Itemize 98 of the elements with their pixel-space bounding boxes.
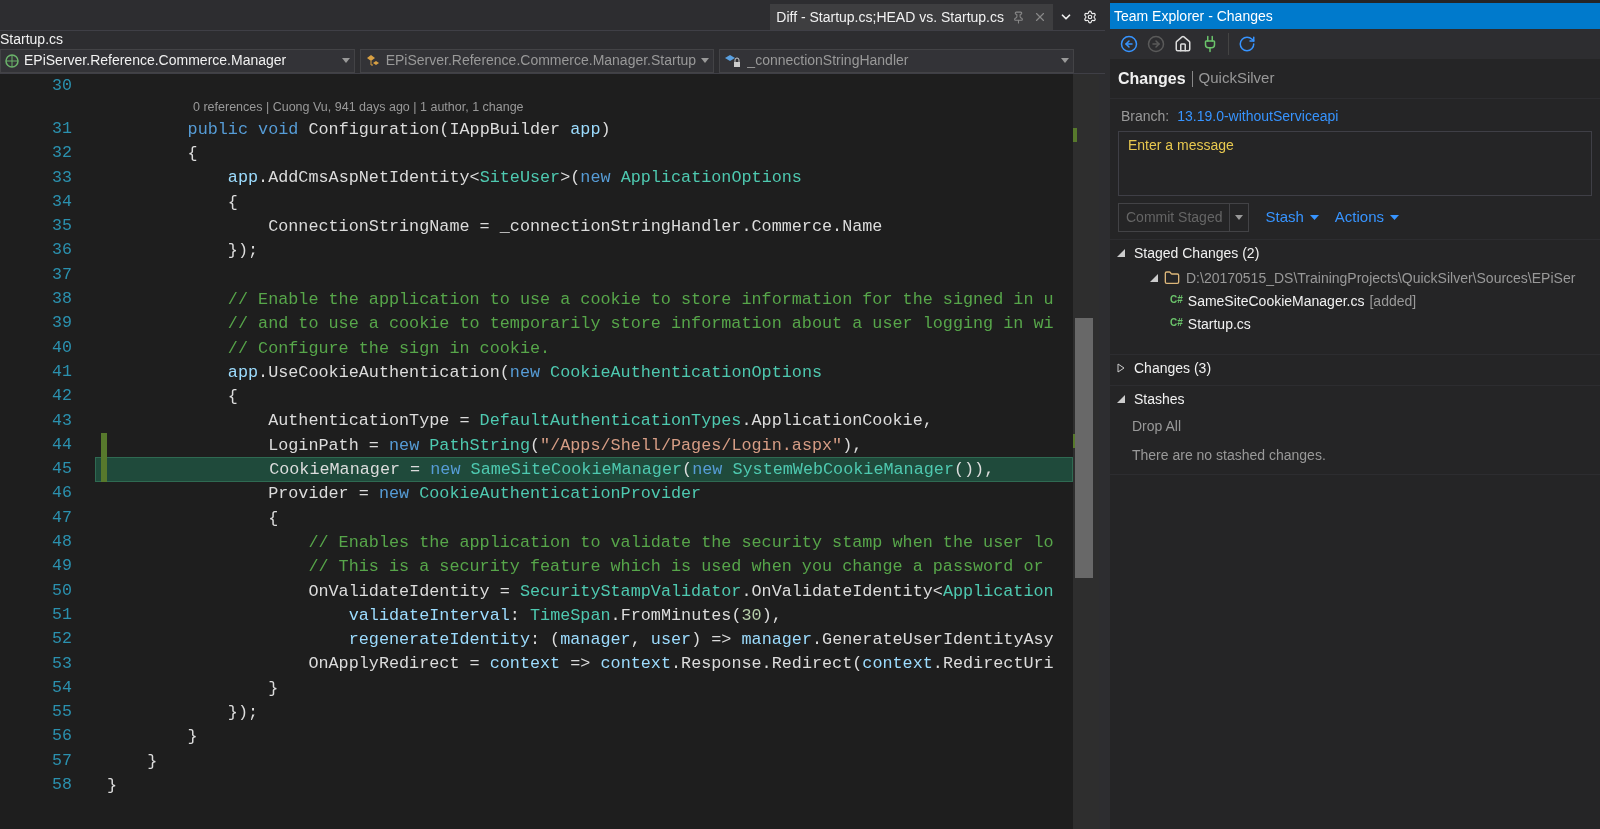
code-line: { xyxy=(186,143,198,166)
section-header[interactable]: Stashes xyxy=(1110,386,1192,412)
line-number: 37 xyxy=(51,263,72,286)
line-number: 51 xyxy=(51,603,72,626)
page-title: Changes xyxy=(1118,68,1186,89)
code-line: // Enables the application to validate the security stamp when the user lo xyxy=(307,531,1054,554)
line-number: 38 xyxy=(51,288,72,311)
code-line: // Enable the application to use a cookie to store information for the signed in u xyxy=(226,288,1054,311)
file-item[interactable]: C# SameSiteCookieManager.cs [added] xyxy=(1110,290,1421,313)
expanded-triangle-icon[interactable] xyxy=(1117,395,1125,403)
navigation-dropdown[interactable]: _connectionStringHandler xyxy=(719,48,1074,73)
code-line: OnApplyRedirect = context => context.Response.Redirect(context.RedirectUri xyxy=(307,653,1054,676)
code-line: app.AddCmsAspNetIdentity<SiteUser>(new ApplicationOptions xyxy=(226,167,802,190)
line-number: 58 xyxy=(51,774,72,796)
line-number: 54 xyxy=(51,676,72,699)
navigation-dropdown[interactable]: EPiServer.Reference.Commerce.Manager.Startup xyxy=(359,48,715,73)
code-line: ConnectionStringName = _connectionStringHandler.Commerce.Name xyxy=(267,216,883,239)
settings-icon[interactable] xyxy=(1083,10,1097,24)
code-line: // This is a security feature which is used when you change a password or xyxy=(307,556,1044,579)
expanded-triangle-icon[interactable] xyxy=(1150,274,1158,282)
back-icon[interactable] xyxy=(1120,35,1138,53)
line-number: 50 xyxy=(51,579,72,602)
line-number: 56 xyxy=(51,725,72,748)
navigation-dropdown[interactable]: EPiServer.Reference.Commerce.Manager xyxy=(0,48,355,73)
line-number: 32 xyxy=(51,142,72,165)
line-number: 40 xyxy=(51,336,72,359)
code-line: { xyxy=(267,507,279,530)
line-number: 49 xyxy=(51,555,72,578)
code-line: // and to use a cookie to temporarily store information about a user logging in wi xyxy=(226,313,1054,336)
line-number: 53 xyxy=(51,652,72,675)
collapsed-triangle-icon[interactable] xyxy=(1117,363,1125,373)
code-line: CookieManager = new SameSiteCookieManager(new SystemWebCookieManager()), xyxy=(268,459,995,481)
code-line: } xyxy=(107,774,118,797)
line-number: 57 xyxy=(51,749,72,772)
file-title: Startup.cs xyxy=(0,31,64,46)
code-line: }); xyxy=(226,702,259,724)
dropdown-arrow-icon xyxy=(1061,58,1069,63)
expanded-triangle-icon[interactable] xyxy=(1117,249,1125,257)
dropdown-arrow-icon xyxy=(701,58,710,63)
line-number: 46 xyxy=(51,482,72,505)
empty-note: There are no stashed changes. xyxy=(1132,445,1326,465)
close-icon[interactable] xyxy=(1033,10,1047,24)
pin-icon[interactable] xyxy=(1012,10,1025,24)
line-number: 48 xyxy=(51,531,72,554)
code-line: app.UseCookieAuthentication(new CookieAuthenticationOptions xyxy=(226,361,823,384)
code-line: OnValidateIdentity = SecurityStampValidator.OnValidateIdentity<Application xyxy=(307,580,1054,603)
refresh-icon[interactable] xyxy=(1238,35,1256,53)
line-number: 34 xyxy=(51,190,72,213)
line-number: 45 xyxy=(51,458,72,481)
dropdown-arrow-icon xyxy=(1390,214,1400,220)
folder-icon xyxy=(1164,270,1180,286)
folder-path[interactable]: D:\20170515_DS\TrainingProjects\QuickSilver\Sources\EPiSer xyxy=(1186,267,1576,289)
code-line: Provider = new CookieAuthenticationProvider xyxy=(267,483,702,506)
repository-name: QuickSilver xyxy=(1198,68,1275,89)
codelens-text[interactable]: 0 references | Cuong Vu, 941 days ago | 1 author, 1 change xyxy=(193,98,524,118)
code-line: validateInterval: TimeSpan.FromMinutes(30), xyxy=(347,604,782,627)
section-header[interactable]: Staged Changes (2) xyxy=(1110,240,1267,266)
line-number: 31 xyxy=(51,118,72,140)
home-icon[interactable] xyxy=(1174,35,1192,53)
line-number: 41 xyxy=(51,360,72,383)
line-number: 44 xyxy=(51,433,72,456)
commit-message-field[interactable]: Enter a message xyxy=(1118,131,1592,196)
section-header[interactable]: Changes (3) xyxy=(1110,355,1219,381)
menu-link[interactable]: Stash xyxy=(1265,205,1319,229)
dropdown-arrow-icon xyxy=(341,58,350,63)
line-number: 52 xyxy=(51,628,72,651)
field-lock-icon xyxy=(724,53,743,68)
branch-link[interactable]: 13.19.0-withoutServiceapi xyxy=(1177,105,1339,127)
line-number: 30 xyxy=(51,74,72,97)
code-line: } xyxy=(186,726,198,749)
line-number: 39 xyxy=(51,312,72,335)
code-line: { xyxy=(226,386,238,409)
file-item[interactable]: C# Startup.cs xyxy=(1110,313,1255,336)
line-number: 43 xyxy=(51,409,72,432)
globe-icon xyxy=(5,53,19,68)
code-line: LoginPath = new PathString("/Apps/Shell/Pages/Login.aspx"), xyxy=(267,434,863,457)
drop-all-link[interactable]: Drop All xyxy=(1132,415,1182,437)
dropdown-arrow-icon xyxy=(1309,214,1319,220)
line-number: 36 xyxy=(51,239,72,262)
code-line: AuthenticationType = DefaultAuthenticationTypes.ApplicationCookie, xyxy=(267,410,933,433)
dropdown-arrow-icon xyxy=(1235,214,1244,220)
panel-title-bar: Team Explorer - Changes xyxy=(1110,3,1600,29)
line-number: 47 xyxy=(51,506,72,529)
line-number: 55 xyxy=(51,701,72,724)
document-tab[interactable]: Diff - Startup.cs;HEAD vs. Startup.cs xyxy=(770,4,1053,30)
code-line: } xyxy=(146,750,158,773)
code-line: }); xyxy=(226,240,259,263)
code-line: // Configure the sign in cookie. xyxy=(226,337,551,360)
code-line: } xyxy=(267,677,279,700)
branch-label: Branch: xyxy=(1121,106,1170,126)
code-line: public void Configuration(IAppBuilder app) xyxy=(186,118,611,141)
code-line: regenerateIdentity: (manager, user) => manager.GenerateUserIdentityAsy xyxy=(347,629,1054,652)
menu-link[interactable]: Actions xyxy=(1334,205,1400,229)
line-number: 33 xyxy=(51,166,72,189)
code-line: { xyxy=(226,191,238,214)
vertical-scrollbar[interactable] xyxy=(1073,74,1099,829)
line-number: 35 xyxy=(51,215,72,238)
line-number: 42 xyxy=(51,385,72,408)
